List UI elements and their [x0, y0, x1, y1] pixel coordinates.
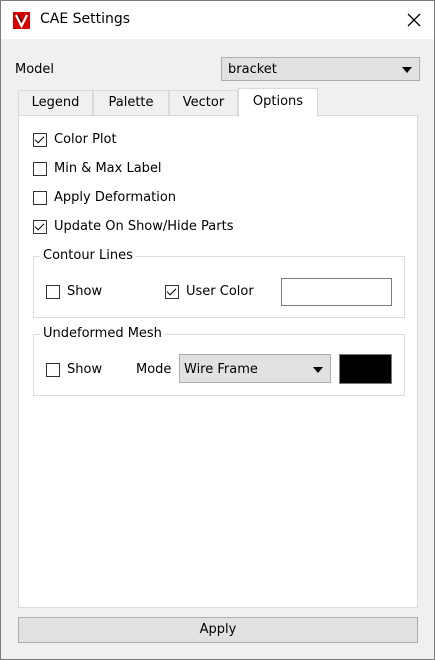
user-color-label: User Color [186, 284, 254, 299]
undeformed-mesh-group: Undeformed Mesh Show Mode Wire Frame [33, 326, 405, 396]
mode-select-value: Wire Frame [184, 362, 258, 377]
tab-legend[interactable]: Legend [18, 90, 93, 115]
contour-show-label: Show [67, 284, 103, 299]
mesh-show-label: Show [67, 362, 103, 377]
apply-deformation-label: Apply Deformation [54, 190, 177, 205]
update-on-show-hide-label: Update On Show/Hide Parts [54, 219, 234, 234]
undeformed-mesh-title: Undeformed Mesh [40, 326, 165, 341]
update-on-show-hide-checkbox[interactable] [33, 220, 47, 234]
tab-bar: Legend Palette Vector Options [18, 88, 418, 117]
contour-color-swatch[interactable] [281, 278, 392, 306]
chevron-down-icon [402, 67, 412, 73]
min-max-label-label: Min & Max Label [54, 161, 162, 176]
user-color-checkbox[interactable] [165, 285, 179, 299]
tab-options[interactable]: Options [238, 88, 318, 117]
color-plot-checkbox[interactable] [33, 133, 47, 147]
tab-palette[interactable]: Palette [93, 90, 169, 115]
contour-show-checkbox[interactable] [46, 285, 60, 299]
app-logo-icon [13, 12, 30, 29]
options-panel: Color Plot Min & Max Label Apply Deforma… [18, 115, 418, 608]
tab-vector[interactable]: Vector [169, 90, 238, 115]
title-bar: CAE Settings [1, 1, 434, 39]
apply-deformation-checkbox[interactable] [33, 191, 47, 205]
chevron-down-icon [313, 367, 323, 373]
min-max-label-checkbox[interactable] [33, 162, 47, 176]
mesh-show-checkbox[interactable] [46, 363, 60, 377]
model-select[interactable]: bracket [221, 57, 420, 81]
model-label: Model [15, 62, 55, 77]
model-select-value: bracket [228, 62, 277, 77]
cae-settings-window: CAE Settings Model bracket Legend Palett… [0, 0, 435, 660]
mode-label: Mode [136, 362, 172, 377]
mode-select[interactable]: Wire Frame [179, 354, 331, 383]
apply-button[interactable]: Apply [18, 617, 418, 643]
close-icon[interactable] [400, 7, 428, 33]
window-title: CAE Settings [40, 11, 131, 27]
color-plot-label: Color Plot [54, 132, 117, 147]
contour-lines-group: Contour Lines Show User Color [33, 248, 405, 318]
contour-lines-title: Contour Lines [40, 248, 136, 263]
mesh-color-swatch[interactable] [339, 354, 392, 384]
